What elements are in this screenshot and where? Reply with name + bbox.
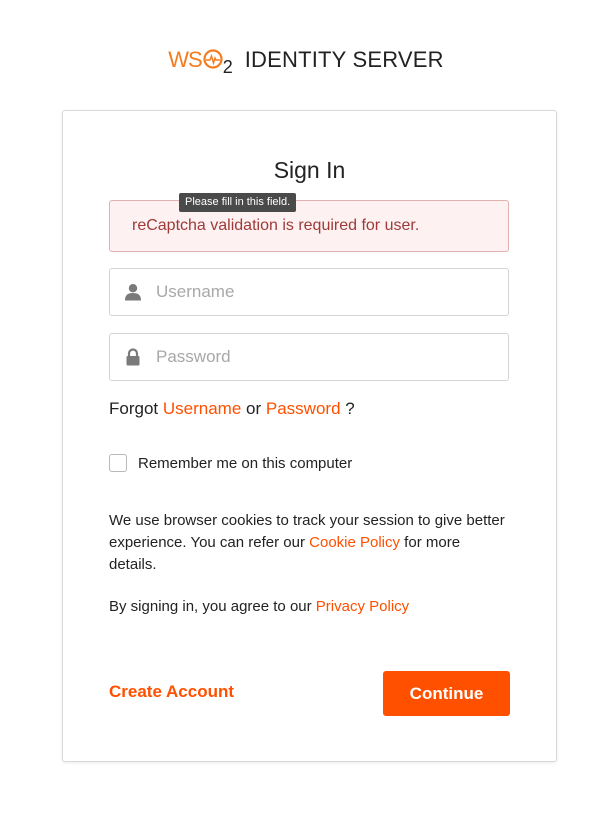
remember-me-checkbox[interactable] — [109, 454, 127, 472]
wso2-logo: WS 2 — [168, 47, 232, 78]
user-icon — [110, 283, 156, 301]
cookie-notice: We use browser cookies to track your ses… — [109, 510, 509, 576]
remember-me[interactable]: Remember me on this computer — [109, 454, 352, 472]
forgot-password-link[interactable]: Password — [266, 399, 341, 418]
page-title: Sign In — [273, 157, 346, 183]
continue-button[interactable]: Continue — [383, 671, 510, 716]
remember-me-label: Remember me on this computer — [138, 454, 353, 472]
privacy-prefix: By signing in, you agree to our — [109, 598, 316, 615]
username-field[interactable] — [109, 268, 509, 316]
forgot-or: or — [246, 399, 262, 418]
forgot-prefix: Forgot — [109, 399, 159, 418]
privacy-policy-link[interactable]: Privacy Policy — [316, 598, 409, 615]
error-alert: reCaptcha validation is required for use… — [109, 200, 509, 252]
forgot-username-link[interactable]: Username — [163, 399, 241, 418]
lock-icon — [110, 348, 156, 366]
validation-tooltip: Please fill in this field. — [179, 193, 297, 212]
logo-ws-text: WS — [168, 47, 202, 72]
create-account-link[interactable]: Create Account — [109, 682, 234, 702]
error-message: reCaptcha validation is required for use… — [132, 217, 420, 234]
password-input[interactable] — [156, 347, 496, 367]
product-name: IDENTITY SERVER — [244, 47, 444, 72]
privacy-notice: By signing in, you agree to our Privacy … — [109, 598, 409, 615]
cookie-policy-link[interactable]: Cookie Policy — [309, 534, 400, 551]
forgot-suffix: ? — [345, 399, 355, 418]
forgot-credentials: Forgot Username or Password ? — [109, 399, 355, 419]
logo-two-text: 2 — [222, 57, 233, 77]
password-field[interactable] — [109, 333, 509, 381]
logo-o-icon — [203, 49, 223, 69]
header: WS 2 IDENTITY SERVER — [0, 40, 612, 80]
username-input[interactable] — [156, 282, 496, 302]
login-card: Sign In Please fill in this field. reCap… — [62, 110, 557, 762]
